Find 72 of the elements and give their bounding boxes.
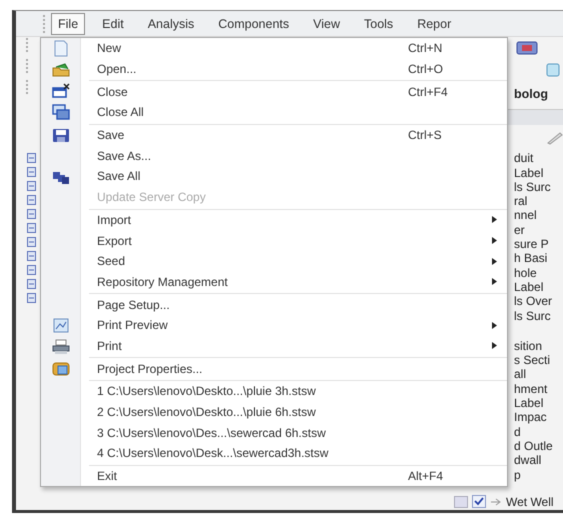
menu-item[interactable]: Close All bbox=[41, 102, 507, 123]
menu-item[interactable]: Project Properties... bbox=[41, 358, 507, 379]
menu-bar-item[interactable]: Repor bbox=[410, 12, 458, 34]
print-preview-icon bbox=[52, 316, 70, 334]
tree-node-icon[interactable] bbox=[26, 167, 36, 177]
tree-item-label[interactable]: d bbox=[514, 424, 563, 439]
tree-node-icon[interactable] bbox=[26, 153, 36, 163]
tree-item-label[interactable]: dwall bbox=[514, 453, 563, 468]
printer-icon bbox=[52, 338, 70, 355]
menu-item[interactable]: Open... Ctrl+O bbox=[41, 58, 507, 80]
tree-item-label[interactable]: er bbox=[514, 222, 563, 238]
menu-item[interactable]: Print bbox=[41, 336, 507, 356]
tree-node-icon[interactable] bbox=[26, 181, 36, 191]
menu-item[interactable]: Save Ctrl+S bbox=[41, 124, 507, 146]
panel-title: bolog bbox=[513, 87, 550, 102]
menu-item[interactable]: Seed bbox=[41, 250, 507, 272]
menu-item[interactable]: 4 C:\Users\lenovo\Desk...\sewercad3h.stsw bbox=[41, 443, 507, 464]
menu-bar-item[interactable]: View bbox=[306, 12, 347, 34]
menu-item[interactable]: Save All bbox=[41, 166, 507, 187]
tree-node-icon[interactable] bbox=[26, 251, 36, 261]
properties-icon bbox=[52, 360, 70, 378]
edit-icon[interactable] bbox=[546, 131, 563, 146]
menu-item[interactable]: Page Setup... bbox=[41, 294, 507, 315]
menu-bar-item[interactable]: Analysis bbox=[140, 12, 202, 34]
tree-item-label[interactable]: p bbox=[514, 468, 563, 482]
tree-item-label[interactable]: ls Over bbox=[514, 294, 563, 309]
tree-item-label[interactable]: nnel bbox=[514, 208, 563, 223]
tree-item-label[interactable]: ral bbox=[514, 194, 563, 208]
menu-item[interactable]: Print Preview bbox=[41, 314, 507, 336]
checkbox[interactable] bbox=[472, 495, 486, 508]
tree-node-icon[interactable] bbox=[26, 279, 36, 289]
menu-bar-item[interactable]: File bbox=[51, 12, 86, 34]
menu-bar-item[interactable]: Components bbox=[211, 12, 296, 34]
tree-node-icon[interactable] bbox=[26, 195, 36, 205]
tree-item-label[interactable]: Wet Well bbox=[506, 494, 554, 509]
tree-item-label[interactable]: ls Surc bbox=[514, 308, 563, 323]
tree-item-label[interactable]: d Outle bbox=[514, 438, 563, 454]
menu-item[interactable]: 3 C:\Users\lenovo\Des...\sewercad 6h.stsw bbox=[41, 422, 507, 444]
tree-node-icon[interactable] bbox=[26, 237, 36, 247]
windows-icon bbox=[52, 104, 70, 122]
menu-item[interactable]: Repository Management bbox=[41, 272, 507, 292]
tree-node-icon[interactable] bbox=[26, 293, 36, 303]
tree-item-label[interactable]: Label bbox=[514, 280, 563, 294]
menu-bar-item[interactable]: Edit bbox=[95, 12, 131, 34]
new-document-icon bbox=[52, 40, 70, 57]
menu-item[interactable]: Close Ctrl+F4 bbox=[41, 81, 507, 102]
menu-item[interactable]: New Ctrl+N bbox=[41, 38, 507, 59]
tree-item-label[interactable]: hment bbox=[514, 382, 563, 396]
arrow-icon bbox=[490, 498, 502, 506]
tree-node-icon[interactable] bbox=[26, 223, 36, 233]
menu-item[interactable]: Save As... bbox=[41, 145, 507, 166]
tree-item-label[interactable]: Label bbox=[514, 166, 563, 180]
open-folder-icon bbox=[52, 60, 70, 78]
menu-item[interactable]: Exit Alt+F4 bbox=[41, 466, 507, 486]
tree-item-label[interactable]: all bbox=[514, 367, 563, 382]
close-window-icon bbox=[52, 83, 70, 100]
tree-item-label[interactable]: ls Surc bbox=[514, 180, 563, 194]
menu-bar-item[interactable]: Tools bbox=[357, 12, 400, 34]
tree-item-label[interactable]: Label bbox=[514, 396, 563, 410]
tree-item-label[interactable]: h Basi bbox=[514, 251, 563, 266]
tree-item-label[interactable]: sition bbox=[514, 338, 563, 354]
tree-item-label[interactable]: s Secti bbox=[514, 353, 563, 368]
menu-item[interactable]: Export bbox=[41, 230, 507, 251]
tree-node-icon[interactable] bbox=[26, 265, 36, 275]
menu-item[interactable]: 2 C:\Users\lenovo\Deskto...\pluie 6h.stsw bbox=[41, 402, 507, 422]
tree-item-label[interactable]: Impac bbox=[514, 410, 563, 425]
menu-item[interactable]: Import bbox=[41, 210, 507, 230]
tree-item-label[interactable]: duit bbox=[514, 151, 563, 166]
tree-item-label[interactable]: sure P bbox=[514, 237, 563, 252]
menu-item[interactable]: 1 C:\Users\lenovo\Deskto...\pluie 3h.stsw bbox=[41, 381, 507, 402]
tree-item-label[interactable]: hole bbox=[514, 266, 563, 280]
tree-node-icon[interactable] bbox=[26, 209, 36, 219]
